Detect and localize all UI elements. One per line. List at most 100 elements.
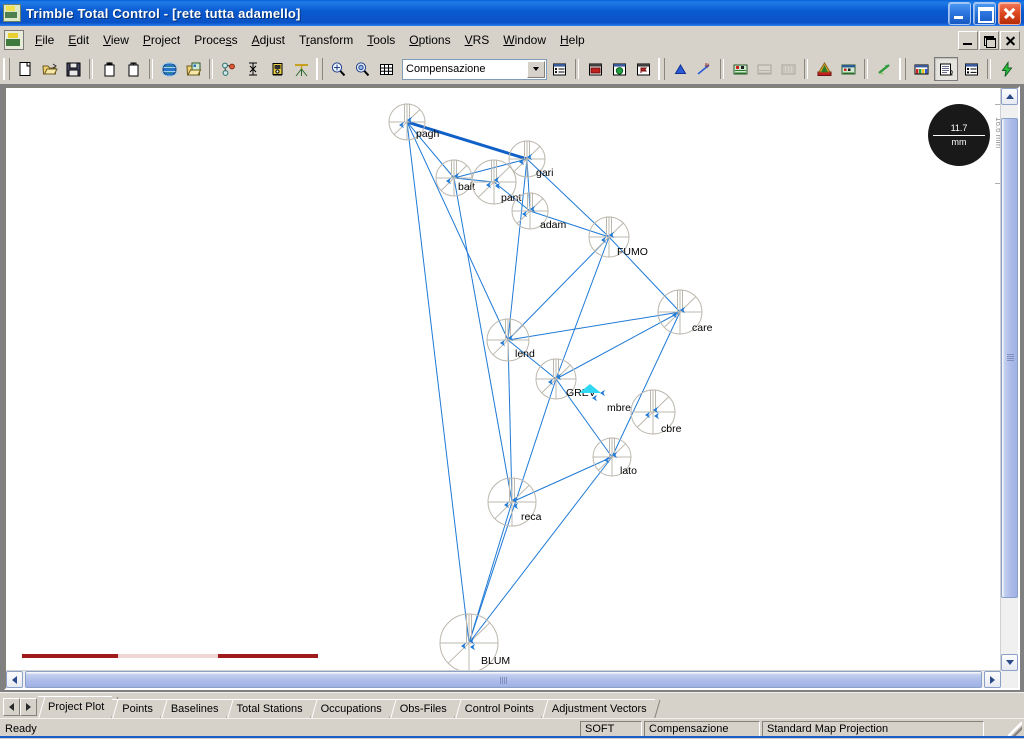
menu-item-help[interactable]: Help <box>553 30 592 50</box>
globe-icon[interactable] <box>158 58 180 80</box>
next-tab-button[interactable] <box>20 698 37 716</box>
process-baselines-icon[interactable] <box>729 58 751 80</box>
vector-icon[interactable] <box>693 58 715 80</box>
new-file-icon[interactable] <box>14 58 36 80</box>
tab-occupations[interactable]: Occupations <box>310 699 390 719</box>
scale-puck: 11.7 mm <box>928 104 990 166</box>
scrollbar-corner <box>1001 671 1018 688</box>
close-document-button[interactable] <box>1000 30 1020 50</box>
toolbar-separator <box>864 59 868 79</box>
grid-icon[interactable] <box>375 58 397 80</box>
export-icon[interactable] <box>122 58 144 80</box>
tab-baselines[interactable]: Baselines <box>160 699 227 719</box>
tab-nav-buttons <box>3 698 37 716</box>
window-controls <box>948 1 1021 25</box>
tab-project-plot[interactable]: Project Plot <box>38 696 113 719</box>
scroll-down-arrow-icon[interactable] <box>1001 654 1018 671</box>
station-label-reca: reca <box>521 511 542 523</box>
tab-adjustment-vectors[interactable]: Adjustment Vectors <box>541 699 655 719</box>
station-label-gari: gari <box>536 167 554 179</box>
import-icon[interactable] <box>98 58 120 80</box>
loop-closure-icon[interactable] <box>837 58 859 80</box>
minimize-document-button[interactable] <box>958 30 978 50</box>
vertical-scroll-thumb[interactable] <box>1001 118 1018 598</box>
status-field-mode: Compensazione <box>644 721 760 737</box>
total-station-icon[interactable] <box>266 58 288 80</box>
document-icon[interactable] <box>4 30 24 50</box>
baseline-FUMO-lend <box>507 236 610 341</box>
trimble-app-icon <box>3 4 21 22</box>
toolbar-grip[interactable] <box>316 58 323 80</box>
station-label-care: care <box>692 322 713 334</box>
menu-item-project[interactable]: Project <box>136 30 187 50</box>
scroll-right-arrow-icon[interactable] <box>984 671 1001 688</box>
menu-item-options[interactable]: Options <box>402 30 457 50</box>
process-disabled-a-icon <box>753 58 775 80</box>
scroll-up-arrow-icon[interactable] <box>1001 88 1018 105</box>
horizontal-scrollbar[interactable] <box>6 670 1001 688</box>
tripod-icon[interactable] <box>290 58 312 80</box>
status-message: Ready <box>5 723 37 735</box>
tab-control-points[interactable]: Control Points <box>454 699 542 719</box>
view-tab-strip: Project Plot Points Baselines Total Station… <box>0 692 1024 719</box>
open-file-icon[interactable] <box>38 58 60 80</box>
network-points-icon[interactable] <box>218 58 240 80</box>
list-view-icon[interactable] <box>960 58 982 80</box>
scroll-left-arrow-icon[interactable] <box>6 671 23 688</box>
transform-icon[interactable] <box>873 58 895 80</box>
menu-item-process[interactable]: Process <box>187 30 244 50</box>
copy-view-icon[interactable] <box>934 57 958 81</box>
report-red-icon[interactable] <box>584 58 606 80</box>
adjustment-vector-arrow <box>654 412 659 420</box>
report-green-icon[interactable] <box>608 58 630 80</box>
color-table-icon[interactable] <box>910 58 932 80</box>
menu-item-vrs[interactable]: VRS <box>458 30 497 50</box>
close-button[interactable] <box>998 1 1021 25</box>
baseline-icon[interactable] <box>242 58 264 80</box>
adjust-network-icon[interactable] <box>813 58 835 80</box>
zoom-in-icon[interactable] <box>327 58 349 80</box>
chevron-down-icon[interactable] <box>527 60 545 78</box>
menu-item-adjust[interactable]: Adjust <box>245 30 292 50</box>
save-file-icon[interactable] <box>62 58 84 80</box>
report-flag-icon[interactable] <box>632 58 654 80</box>
minimize-button[interactable] <box>948 1 971 25</box>
toolbar-separator <box>149 59 153 79</box>
restore-document-button[interactable] <box>979 30 999 50</box>
window-title: Trimble Total Control - [rete tutta adam… <box>26 5 301 21</box>
plot-canvas[interactable]: paghgaribaitpantadamFUMOcarelendGREVmbre… <box>6 88 1018 688</box>
properties-icon[interactable] <box>548 58 570 80</box>
baseline-lato-BLUM <box>468 456 613 644</box>
horizontal-scroll-thumb[interactable] <box>25 671 982 688</box>
toolbar-grip[interactable] <box>658 58 665 80</box>
tab-obs-files[interactable]: Obs-Files <box>389 699 455 719</box>
baseline-FUMO-GREV <box>555 236 610 380</box>
tab-points[interactable]: Points <box>112 699 161 719</box>
menu-item-transform[interactable]: Transform <box>292 30 360 50</box>
menu-item-file[interactable]: File <box>28 30 61 50</box>
vertical-scrollbar[interactable] <box>1000 88 1018 671</box>
text-report-icon[interactable] <box>1020 58 1024 80</box>
menu-item-tools[interactable]: Tools <box>360 30 402 50</box>
quick-process-icon[interactable] <box>996 58 1018 80</box>
baseline-gari-lend <box>507 158 528 341</box>
toolbar-grip[interactable] <box>3 58 10 80</box>
resize-grip[interactable] <box>1008 722 1022 736</box>
view-mode-combo[interactable]: Compensazione <box>402 58 547 80</box>
tab-total-stations[interactable]: Total Stations <box>226 699 311 719</box>
control-point-icon[interactable] <box>669 58 691 80</box>
scale-bar-segment <box>22 654 118 658</box>
open-project-icon[interactable] <box>182 58 204 80</box>
menu-item-window[interactable]: Window <box>496 30 553 50</box>
station-label-pagh: pagh <box>416 128 440 140</box>
menu-item-view[interactable]: View <box>96 30 136 50</box>
previous-tab-button[interactable] <box>3 698 20 716</box>
network-diagram[interactable]: paghgaribaitpantadamFUMOcarelendGREVmbre… <box>6 88 1016 688</box>
maximize-button[interactable] <box>973 1 996 25</box>
toolbar-grip[interactable] <box>899 58 906 80</box>
zoom-out-icon[interactable] <box>351 58 373 80</box>
scale-puck-divider <box>933 134 985 136</box>
baseline-pagh-BLUM <box>406 121 470 644</box>
menu-item-edit[interactable]: Edit <box>61 30 96 50</box>
tab-list: Project Plot Points Baselines Total Station… <box>38 696 655 719</box>
